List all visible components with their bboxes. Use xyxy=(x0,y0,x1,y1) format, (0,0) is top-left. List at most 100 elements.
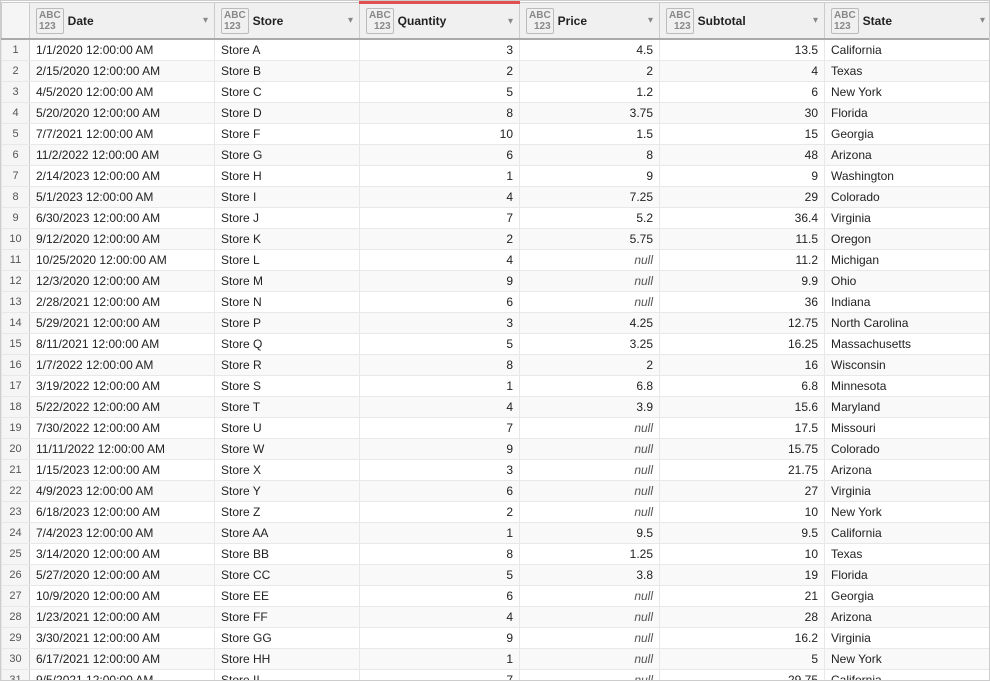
col-label-store: Store xyxy=(253,14,284,28)
cell-state: Virginia xyxy=(825,208,990,229)
cell-price: null xyxy=(520,586,660,607)
cell-state: Colorado xyxy=(825,439,990,460)
col-header-quantity[interactable]: ABC123 Quantity ▾ xyxy=(360,3,520,40)
sort-icon-store[interactable]: ▾ xyxy=(348,15,353,26)
cell-subtotal: 15 xyxy=(660,124,825,145)
cell-state: Wisconsin xyxy=(825,355,990,376)
cell-date: 1/7/2022 12:00:00 AM xyxy=(30,355,215,376)
col-header-rownum[interactable] xyxy=(2,3,30,40)
table-row[interactable]: 22/15/2020 12:00:00 AMStore B224Texas xyxy=(2,61,990,82)
table-row[interactable]: 1110/25/2020 12:00:00 AMStore L4null11.2… xyxy=(2,250,990,271)
cell-quantity: 5 xyxy=(360,82,520,103)
cell-price: null xyxy=(520,628,660,649)
table-row[interactable]: 109/12/2020 12:00:00 AMStore K25.7511.5O… xyxy=(2,229,990,250)
col-header-store[interactable]: ABC123 Store ▾ xyxy=(215,3,360,40)
table-row[interactable]: 211/15/2023 12:00:00 AMStore X3null21.75… xyxy=(2,460,990,481)
cell-store: Store H xyxy=(215,166,360,187)
table-row[interactable]: 224/9/2023 12:00:00 AMStore Y6null27Virg… xyxy=(2,481,990,502)
cell-state: Texas xyxy=(825,61,990,82)
cell-state: Oregon xyxy=(825,229,990,250)
cell-quantity: 7 xyxy=(360,418,520,439)
cell-subtotal: 19 xyxy=(660,565,825,586)
cell-store: Store R xyxy=(215,355,360,376)
data-table[interactable]: ABC123 Date ▾ ABC123 Store ▾ ABC123 xyxy=(0,0,990,681)
col-header-price[interactable]: ABC123 Price ▾ xyxy=(520,3,660,40)
cell-price: 1.5 xyxy=(520,124,660,145)
table-row[interactable]: 265/27/2020 12:00:00 AMStore CC53.819Flo… xyxy=(2,565,990,586)
table-row[interactable]: 281/23/2021 12:00:00 AMStore FF4null28Ar… xyxy=(2,607,990,628)
table-row[interactable]: 247/4/2023 12:00:00 AMStore AA19.59.5Cal… xyxy=(2,523,990,544)
cell-date: 3/19/2022 12:00:00 AM xyxy=(30,376,215,397)
cell-store: Store B xyxy=(215,61,360,82)
cell-date: 5/20/2020 12:00:00 AM xyxy=(30,103,215,124)
table-row[interactable]: 319/5/2021 12:00:00 AMStore II7null29.75… xyxy=(2,670,990,681)
cell-store: Store M xyxy=(215,271,360,292)
table-header: ABC123 Date ▾ ABC123 Store ▾ ABC123 xyxy=(2,3,990,40)
table-row[interactable]: 57/7/2021 12:00:00 AMStore F101.515Georg… xyxy=(2,124,990,145)
col-label-date: Date xyxy=(68,14,94,28)
cell-store: Store I xyxy=(215,187,360,208)
col-label-subtotal: Subtotal xyxy=(698,14,746,28)
cell-subtotal: 15.75 xyxy=(660,439,825,460)
table-row[interactable]: 293/30/2021 12:00:00 AMStore GG9null16.2… xyxy=(2,628,990,649)
table-row[interactable]: 45/20/2020 12:00:00 AMStore D83.7530Flor… xyxy=(2,103,990,124)
cell-subtotal: 10 xyxy=(660,502,825,523)
cell-rownum: 18 xyxy=(2,397,30,418)
cell-subtotal: 11.2 xyxy=(660,250,825,271)
cell-store: Store BB xyxy=(215,544,360,565)
table-row[interactable]: 1212/3/2020 12:00:00 AMStore M9null9.9Oh… xyxy=(2,271,990,292)
cell-state: Colorado xyxy=(825,187,990,208)
cell-state: Virginia xyxy=(825,481,990,502)
table-row[interactable]: 611/2/2022 12:00:00 AMStore G6848Arizona xyxy=(2,145,990,166)
cell-date: 1/1/2020 12:00:00 AM xyxy=(30,39,215,61)
table-row[interactable]: 161/7/2022 12:00:00 AMStore R8216Wiscons… xyxy=(2,355,990,376)
cell-date: 10/25/2020 12:00:00 AM xyxy=(30,250,215,271)
table-row[interactable]: 236/18/2023 12:00:00 AMStore Z2null10New… xyxy=(2,502,990,523)
table-row[interactable]: 34/5/2020 12:00:00 AMStore C51.26New Yor… xyxy=(2,82,990,103)
col-header-date[interactable]: ABC123 Date ▾ xyxy=(30,3,215,40)
cell-quantity: 8 xyxy=(360,544,520,565)
cell-state: California xyxy=(825,523,990,544)
sort-icon-price[interactable]: ▾ xyxy=(648,15,653,26)
col-type-price: ABC123 xyxy=(526,8,554,34)
sort-icon-subtotal[interactable]: ▾ xyxy=(813,15,818,26)
cell-date: 5/1/2023 12:00:00 AM xyxy=(30,187,215,208)
cell-subtotal: 13.5 xyxy=(660,39,825,61)
cell-price: null xyxy=(520,418,660,439)
table-row[interactable]: 96/30/2023 12:00:00 AMStore J75.236.4Vir… xyxy=(2,208,990,229)
cell-subtotal: 28 xyxy=(660,607,825,628)
table-row[interactable]: 306/17/2021 12:00:00 AMStore HH1null5New… xyxy=(2,649,990,670)
table-row[interactable]: 132/28/2021 12:00:00 AMStore N6null36Ind… xyxy=(2,292,990,313)
col-header-subtotal[interactable]: ABC123 Subtotal ▾ xyxy=(660,3,825,40)
cell-quantity: 1 xyxy=(360,523,520,544)
cell-date: 12/3/2020 12:00:00 AM xyxy=(30,271,215,292)
table-row[interactable]: 2710/9/2020 12:00:00 AMStore EE6null21Ge… xyxy=(2,586,990,607)
cell-price: 6.8 xyxy=(520,376,660,397)
table-row[interactable]: 158/11/2021 12:00:00 AMStore Q53.2516.25… xyxy=(2,334,990,355)
cell-subtotal: 16.25 xyxy=(660,334,825,355)
cell-date: 1/15/2023 12:00:00 AM xyxy=(30,460,215,481)
cell-store: Store S xyxy=(215,376,360,397)
sort-icon-state[interactable]: ▾ xyxy=(980,15,985,26)
table-row[interactable]: 72/14/2023 12:00:00 AMStore H199Washingt… xyxy=(2,166,990,187)
cell-date: 3/14/2020 12:00:00 AM xyxy=(30,544,215,565)
col-header-state[interactable]: ABC123 State ▾ xyxy=(825,3,990,40)
cell-subtotal: 36.4 xyxy=(660,208,825,229)
table-row[interactable]: 197/30/2022 12:00:00 AMStore U7null17.5M… xyxy=(2,418,990,439)
table-row[interactable]: 185/22/2022 12:00:00 AMStore T43.915.6Ma… xyxy=(2,397,990,418)
cell-store: Store X xyxy=(215,460,360,481)
cell-store: Store T xyxy=(215,397,360,418)
sort-icon-quantity[interactable]: ▾ xyxy=(508,16,513,27)
table-row[interactable]: 2011/11/2022 12:00:00 AMStore W9null15.7… xyxy=(2,439,990,460)
cell-date: 7/4/2023 12:00:00 AM xyxy=(30,523,215,544)
cell-quantity: 2 xyxy=(360,502,520,523)
table-row[interactable]: 85/1/2023 12:00:00 AMStore I47.2529Color… xyxy=(2,187,990,208)
cell-rownum: 27 xyxy=(2,586,30,607)
sort-icon-date[interactable]: ▾ xyxy=(203,15,208,26)
table-row[interactable]: 11/1/2020 12:00:00 AMStore A34.513.5Cali… xyxy=(2,39,990,61)
table-row[interactable]: 253/14/2020 12:00:00 AMStore BB81.2510Te… xyxy=(2,544,990,565)
cell-subtotal: 21 xyxy=(660,586,825,607)
table-row[interactable]: 173/19/2022 12:00:00 AMStore S16.86.8Min… xyxy=(2,376,990,397)
cell-subtotal: 6.8 xyxy=(660,376,825,397)
table-row[interactable]: 145/29/2021 12:00:00 AMStore P34.2512.75… xyxy=(2,313,990,334)
